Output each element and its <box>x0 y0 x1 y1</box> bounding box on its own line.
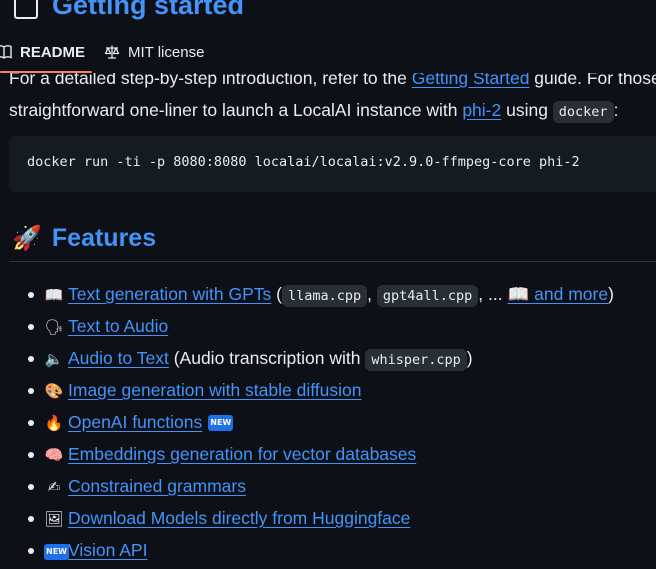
list-item: 🗣 Text to Audio <box>28 310 614 342</box>
list-item: 🧠 Embeddings generation for vector databa… <box>28 438 614 470</box>
inline-code-whisper: whisper.cpp <box>365 349 467 371</box>
text-generation-link[interactable]: Text generation with GPTs <box>68 284 271 304</box>
new-icon: NEW <box>44 544 69 561</box>
openai-functions-link[interactable]: OpenAI functions <box>68 412 202 432</box>
writing-hand-icon: ✍ <box>47 479 61 496</box>
open-book-icon: 📖 <box>44 287 64 304</box>
text-to-audio-link[interactable]: Text to Audio <box>68 316 168 336</box>
embeddings-link[interactable]: Embeddings generation for vector databas… <box>68 444 416 464</box>
scale-icon <box>104 45 120 59</box>
new-badge-icon-wrapper: NEW <box>44 536 69 568</box>
item-text: ) <box>466 348 473 368</box>
features-list: 📖 Text generation with GPTs (llama.cpp, g… <box>0 278 614 566</box>
inline-code-gpt4all: gpt4all.cpp <box>376 285 479 307</box>
docker-command-codeblock[interactable]: docker run -ti -p 8080:8080 localai/loca… <box>9 136 656 192</box>
item-text: , ... <box>478 284 508 304</box>
getting-started-heading[interactable]: Getting started <box>14 0 244 30</box>
rocket-icon: 🚀 <box>12 224 42 252</box>
tab-mit-license[interactable]: MIT license <box>104 33 204 71</box>
intro-text: : <box>613 100 619 120</box>
readme-tabbar: README MIT license <box>0 33 656 73</box>
fire-icon: 🔥 <box>44 415 64 432</box>
new-badge-icon: NEW <box>208 415 234 432</box>
intro-text: straightforward one-liner to launch a Lo… <box>9 100 463 120</box>
audio-to-text-link[interactable]: Audio to Text <box>68 348 169 368</box>
features-heading-text: Features <box>51 223 157 252</box>
list-item: 🔈 Audio to Text (Audio transcription with… <box>28 342 614 374</box>
list-item: 🔥 OpenAI functions NEW <box>28 406 614 438</box>
tab-readme-label: README <box>20 43 86 61</box>
item-text: ) <box>608 284 614 304</box>
constrained-grammars-link[interactable]: Constrained grammars <box>68 476 246 496</box>
list-item: NEWVision API <box>28 534 614 568</box>
brain-icon: 🧠 <box>44 447 64 464</box>
image-generation-link[interactable]: Image generation with stable diffusion <box>68 380 361 400</box>
tab-readme[interactable]: README <box>0 33 85 71</box>
download-models-link[interactable]: Download Models directly from Huggingfac… <box>68 508 410 528</box>
intro-line-2: straightforward one-liner to launch a Lo… <box>9 94 656 128</box>
link-icon <box>14 0 38 19</box>
and-more-link[interactable]: 📖 and more <box>507 284 608 304</box>
item-text: (Audio transcription with <box>168 348 366 368</box>
list-item: 📖 Text generation with GPTs (llama.cpp, g… <box>28 278 614 310</box>
intro-text: using <box>501 100 553 120</box>
book-icon <box>0 45 12 59</box>
framed-picture-icon: 🖼 <box>44 511 64 528</box>
phi-2-link[interactable]: phi-2 <box>462 100 501 120</box>
palette-icon: 🎨 <box>44 383 64 400</box>
features-heading[interactable]: 🚀 Features <box>12 220 656 256</box>
vision-api-link[interactable]: Vision API <box>68 540 147 560</box>
list-item: 🖼 Download Models directly from Huggingfa… <box>28 502 614 534</box>
inline-code-llama: llama.cpp <box>282 285 368 307</box>
item-text: ( <box>271 284 282 304</box>
list-item: 🎨 Image generation with stable diffusion <box>28 374 614 406</box>
tab-mit-license-label: MIT license <box>128 43 205 61</box>
speaking-head-icon: 🗣 <box>44 319 64 336</box>
active-tab-indicator <box>0 71 92 73</box>
speaker-icon: 🔈 <box>44 351 64 368</box>
list-item: ✍ Constrained grammars <box>28 470 614 502</box>
inline-code-docker: docker <box>552 101 614 123</box>
heading-divider <box>9 261 656 262</box>
getting-started-heading-text: Getting started <box>52 0 245 20</box>
item-text: , <box>367 284 377 304</box>
